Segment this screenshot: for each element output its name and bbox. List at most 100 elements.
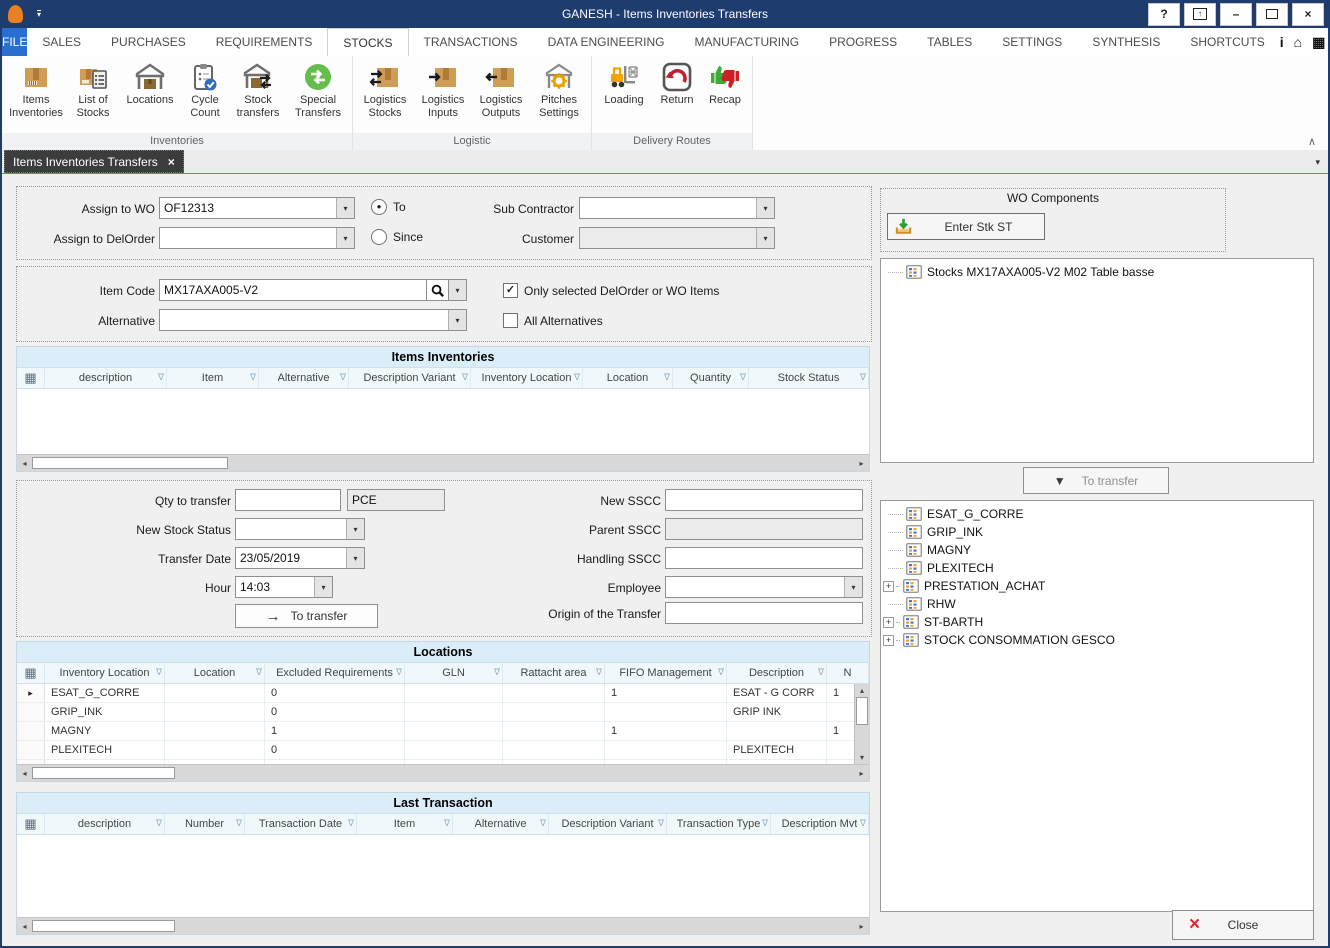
column-header[interactable]: Inventory Location∇: [45, 663, 165, 683]
document-tab[interactable]: Items Inventories Transfers ×: [4, 150, 184, 173]
column-header[interactable]: Quantity∇: [673, 368, 749, 388]
only-selected-checkbox[interactable]: ✓Only selected DelOrder or WO Items: [503, 283, 719, 298]
filter-icon[interactable]: ∇: [250, 372, 256, 382]
dropdown-icon[interactable]: ▾: [756, 198, 774, 218]
tree-item[interactable]: RHW: [881, 595, 1313, 613]
cell[interactable]: [827, 703, 855, 721]
tab-requirements[interactable]: REQUIREMENTS: [201, 28, 328, 56]
dropdown-icon[interactable]: ▾: [336, 198, 354, 218]
origin-of-transfer-input[interactable]: [665, 602, 863, 624]
handling-sscc-input[interactable]: [665, 547, 863, 569]
to-radio[interactable]: ●To: [371, 199, 406, 215]
tree-item[interactable]: +PRESTATION_ACHAT: [881, 577, 1313, 595]
column-header[interactable]: Description Variant∇: [349, 368, 471, 388]
filter-icon[interactable]: ∇: [540, 818, 546, 828]
cell[interactable]: [503, 722, 605, 740]
horizontal-scrollbar[interactable]: ◂ ▸: [17, 764, 869, 781]
scroll-left-icon[interactable]: ◂: [17, 455, 32, 471]
table-row[interactable]: ▸ ESAT_G_CORRE 0 1 ESAT - G CORR 1: [17, 684, 855, 703]
tab-tables[interactable]: TABLES: [912, 28, 987, 56]
all-alternatives-checkbox[interactable]: All Alternatives: [503, 313, 603, 328]
column-header[interactable]: Transaction Date∇: [245, 814, 357, 834]
cell[interactable]: 1: [265, 760, 405, 764]
table-row[interactable]: PRESTATION_ACHA 1: [17, 760, 855, 764]
tree-item[interactable]: MAGNY: [881, 541, 1313, 559]
tree-item[interactable]: PLEXITECH: [881, 559, 1313, 577]
table-row[interactable]: MAGNY 1 1 1: [17, 722, 855, 741]
expand-icon[interactable]: +: [883, 617, 894, 628]
assign-to-delorder-combo[interactable]: ▾: [159, 227, 355, 249]
cell[interactable]: [503, 703, 605, 721]
row-selector[interactable]: [17, 760, 45, 764]
grid-corner-icon[interactable]: ▦: [17, 368, 45, 388]
column-header[interactable]: Rattacht area∇: [503, 663, 605, 683]
tab-file[interactable]: FILE: [2, 28, 27, 56]
cell[interactable]: [605, 741, 727, 759]
column-header[interactable]: Alternative∇: [453, 814, 549, 834]
dropdown-icon[interactable]: ▾: [336, 228, 354, 248]
ribbon-logistics-stocks-button[interactable]: LogisticsStocks: [356, 59, 414, 120]
filter-icon[interactable]: ∇: [718, 667, 724, 677]
tree-item[interactable]: Stocks MX17AXA005-V2 M02 Table basse: [881, 263, 1313, 281]
dropdown-icon[interactable]: ▾: [448, 310, 466, 330]
item-search-dropdown[interactable]: ▾: [448, 279, 467, 301]
cell[interactable]: 0: [265, 684, 405, 702]
scrollbar-thumb[interactable]: [32, 920, 175, 932]
ribbon-locations-button[interactable]: Locations: [119, 59, 181, 107]
transfer-date-picker[interactable]: 23/05/2019▾: [235, 547, 365, 569]
column-header[interactable]: FIFO Management∇: [605, 663, 727, 683]
cell[interactable]: [727, 760, 827, 764]
cell[interactable]: 1: [265, 722, 405, 740]
ribbon-items-inventories-button[interactable]: ItemsInventories: [5, 59, 67, 120]
filter-icon[interactable]: ∇: [396, 667, 402, 677]
table-view-icon[interactable]: ▦: [1312, 34, 1325, 51]
row-selector[interactable]: ▸: [17, 684, 45, 702]
scrollbar-thumb[interactable]: [32, 767, 175, 779]
cell[interactable]: [165, 760, 265, 764]
collapse-ribbon-icon[interactable]: ∧: [1308, 135, 1316, 148]
cell[interactable]: ESAT - G CORR: [727, 684, 827, 702]
dropdown-icon[interactable]: ▾: [346, 519, 364, 539]
scrollbar-thumb[interactable]: [856, 697, 868, 725]
cell[interactable]: [503, 684, 605, 702]
tree-item[interactable]: +ST-BARTH: [881, 613, 1313, 631]
filter-icon[interactable]: ∇: [156, 818, 162, 828]
employee-combo[interactable]: ▾: [665, 576, 863, 598]
filter-icon[interactable]: ∇: [256, 667, 262, 677]
ribbon-loading-button[interactable]: Loading: [595, 59, 653, 107]
close-button[interactable]: × Close: [1172, 910, 1314, 940]
tree-item[interactable]: +STOCK CONSOMMATION GESCO: [881, 631, 1313, 649]
column-header[interactable]: Inventory Location∇: [471, 368, 583, 388]
filter-icon[interactable]: ∇: [596, 667, 602, 677]
tab-sales[interactable]: SALES: [27, 28, 96, 56]
cell[interactable]: MAGNY: [45, 722, 165, 740]
tab-manufacturing[interactable]: MANUFACTURING: [679, 28, 814, 56]
tab-stocks[interactable]: STOCKS: [327, 28, 408, 57]
hour-picker[interactable]: 14:03▾: [235, 576, 333, 598]
column-header[interactable]: Item∇: [167, 368, 259, 388]
cell[interactable]: 1: [605, 684, 727, 702]
cell[interactable]: PRESTATION_ACHA: [45, 760, 165, 764]
tab-purchases[interactable]: PURCHASES: [96, 28, 201, 56]
since-radio[interactable]: Since: [371, 229, 423, 245]
last-transaction-body[interactable]: [17, 835, 869, 917]
column-header[interactable]: Location∇: [583, 368, 673, 388]
ribbon-pitches-settings-button[interactable]: PitchesSettings: [530, 59, 588, 120]
dropdown-icon[interactable]: ▾: [844, 577, 862, 597]
filter-icon[interactable]: ∇: [348, 818, 354, 828]
column-header[interactable]: GLN∇: [405, 663, 503, 683]
row-selector[interactable]: [17, 703, 45, 721]
new-sscc-input[interactable]: [665, 489, 863, 511]
filter-icon[interactable]: ∇: [494, 667, 500, 677]
maximize-button[interactable]: [1256, 3, 1288, 26]
sub-contractor-combo[interactable]: ▾: [579, 197, 775, 219]
vertical-scrollbar[interactable]: ▴ ▾: [854, 684, 869, 764]
cell[interactable]: ESAT_G_CORRE: [45, 684, 165, 702]
expand-icon[interactable]: +: [883, 581, 894, 592]
column-header[interactable]: Number∇: [165, 814, 245, 834]
filter-icon[interactable]: ∇: [740, 372, 746, 382]
tab-transactions[interactable]: TRANSACTIONS: [409, 28, 533, 56]
filter-icon[interactable]: ∇: [444, 818, 450, 828]
filter-icon[interactable]: ∇: [658, 818, 664, 828]
column-header[interactable]: description∇: [45, 368, 167, 388]
